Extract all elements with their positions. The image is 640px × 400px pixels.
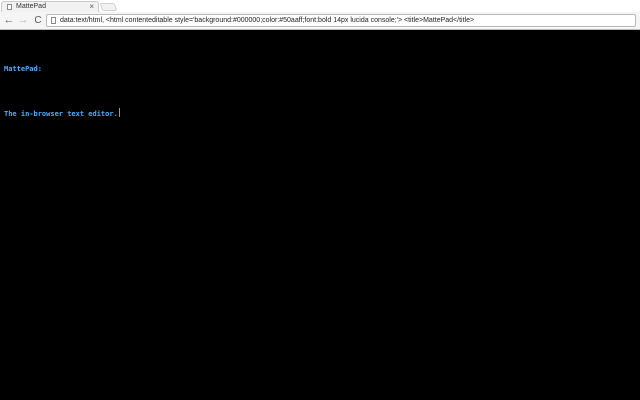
page-icon bbox=[51, 17, 56, 24]
editor-line-title[interactable]: MattePad: bbox=[4, 62, 120, 77]
url-text[interactable]: data:text/html, <html contenteditable st… bbox=[60, 15, 474, 26]
page-content[interactable]: MattePad: The in-browser text editor. bbox=[0, 30, 640, 400]
editor-line-subtitle[interactable]: The in-browser text editor. bbox=[4, 107, 120, 122]
browser-window: MattePad × ← → C data:text/html, <html c… bbox=[0, 0, 640, 400]
new-tab-button[interactable] bbox=[99, 3, 118, 11]
back-arrow-icon[interactable]: ← bbox=[3, 14, 15, 27]
tab-title: MattePad bbox=[16, 3, 46, 10]
page-icon bbox=[7, 4, 12, 10]
text-caret bbox=[118, 108, 120, 117]
tab-strip: MattePad × bbox=[0, 0, 640, 12]
forward-arrow-icon[interactable]: → bbox=[17, 14, 29, 27]
reload-icon[interactable]: C bbox=[32, 14, 44, 27]
toolbar: ← → C data:text/html, <html contentedita… bbox=[0, 12, 640, 30]
close-icon[interactable]: × bbox=[89, 2, 94, 12]
address-bar[interactable]: data:text/html, <html contenteditable st… bbox=[46, 14, 636, 27]
text-editor[interactable]: MattePad: The in-browser text editor. bbox=[4, 32, 120, 152]
editor-line-subtitle-text[interactable]: The in-browser text editor. bbox=[4, 110, 118, 118]
tab-mattepad[interactable]: MattePad × bbox=[1, 1, 99, 12]
